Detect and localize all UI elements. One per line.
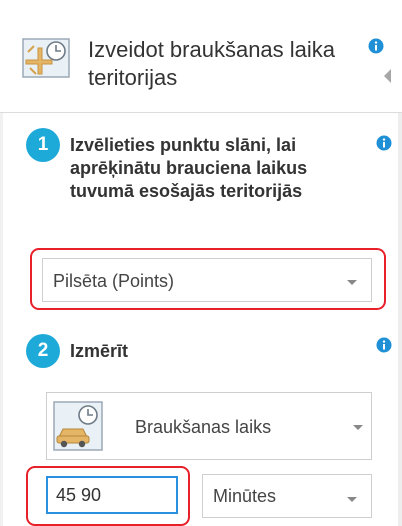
panel-header: Izveidot braukšanas laika teritorijas	[0, 0, 402, 113]
collapse-arrow-icon[interactable]	[382, 68, 392, 84]
step-2-badge: 2	[26, 334, 60, 368]
time-values-input[interactable]	[46, 476, 178, 514]
layer-select-value: Pilsēta (Points)	[53, 271, 175, 291]
measure-mode-value: Braukšanas laiks	[135, 417, 272, 437]
time-unit-select[interactable]: Minūtes	[202, 474, 372, 518]
car-clock-icon	[53, 401, 103, 451]
info-icon[interactable]	[376, 337, 392, 353]
chevron-down-icon	[353, 425, 363, 430]
measure-mode-select[interactable]: Braukšanas laiks	[46, 392, 372, 460]
chevron-down-icon	[347, 497, 357, 502]
info-icon[interactable]	[376, 135, 392, 151]
chevron-down-icon	[347, 280, 357, 285]
time-unit-value: Minūtes	[213, 486, 277, 506]
drive-time-areas-icon	[22, 38, 70, 78]
step-1-badge: 1	[26, 128, 60, 162]
step-2-title: Izmērīt	[70, 341, 129, 361]
panel-title: Izveidot braukšanas laika teritorijas	[88, 37, 336, 90]
step-1-instruction: Izvēlieties punktu slāni, lai aprēķinātu…	[70, 135, 308, 201]
layer-select[interactable]: Pilsēta (Points)	[42, 258, 372, 302]
info-icon[interactable]	[368, 38, 384, 54]
